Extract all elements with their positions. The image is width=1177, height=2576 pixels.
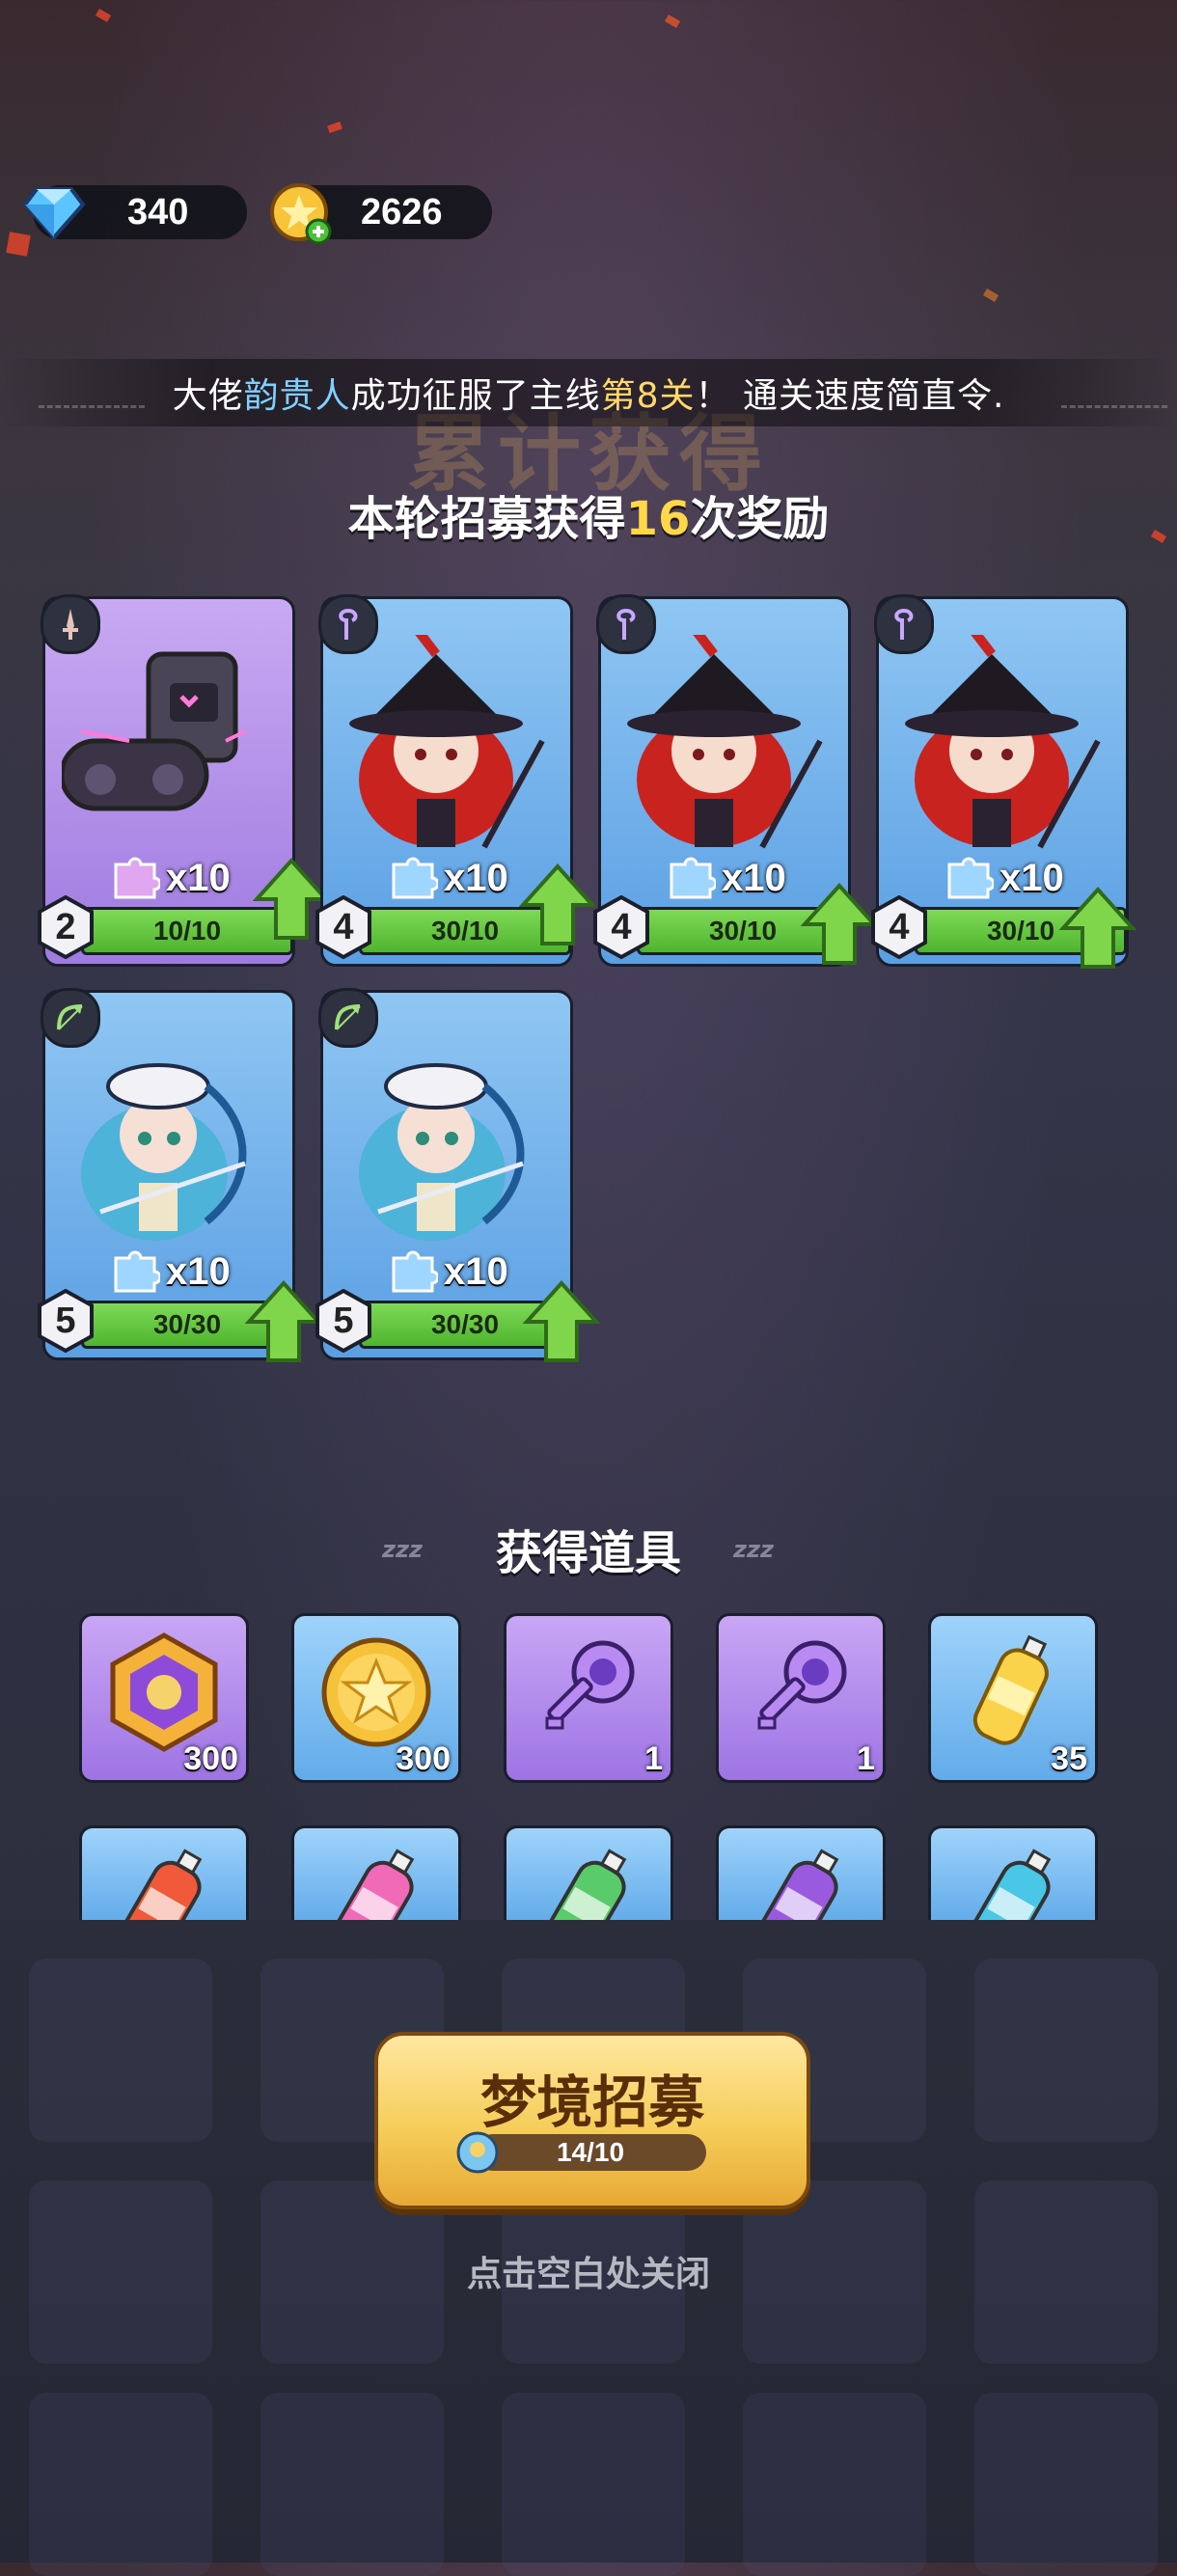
dream-recruit-button[interactable]: 梦境招募 14/10 [374,2032,810,2209]
bow-icon [41,988,100,1048]
recruit-ticket-icon [456,2131,499,2174]
hero-card[interactable]: x10 30/30 5 [38,988,322,1362]
witch-hero-art [905,635,1101,849]
hero-card[interactable]: x10 30/10 4 [871,594,1136,969]
hero-shard-count: x10 [388,855,508,901]
close-hint[interactable]: 点击空白处关闭 [0,2246,1177,2296]
recruit-label: 梦境招募 [479,2069,704,2135]
reward-item[interactable]: 300 [291,1613,461,1783]
coin-counter[interactable]: 2626 [270,183,492,245]
reward-item[interactable] [928,1825,1098,1923]
staff-icon [596,594,656,654]
announcement-text: 大佬韵贵人成功征服了主线第8关！ 通关速度简直令. [172,376,1005,416]
mech-hero-art [62,651,246,811]
bow-icon [318,988,378,1048]
reward-item[interactable] [504,1825,673,1923]
coin-count: 2626 [361,191,443,233]
item-count: 1 [857,1740,875,1777]
green-bottle-icon [546,1849,627,1923]
cyan-bottle-icon [971,1849,1052,1923]
hero-star-level: 5 [315,1288,372,1354]
hero-star-level: 4 [592,894,650,960]
archer-hero-art [81,1063,247,1241]
hero-card[interactable]: x10 10/10 2 [38,594,330,967]
hero-star-level: 2 [37,894,95,960]
hero-shard-count: x10 [110,1248,231,1295]
items-title: 获得道具 [495,1526,681,1580]
puzzle-piece-icon [947,857,994,899]
hero-shard-count: x10 [388,1248,508,1295]
pink-bottle-icon [334,1849,415,1923]
reward-item[interactable]: 1 [504,1613,673,1783]
hero-shard-count: x10 [944,855,1064,901]
staff-icon [318,594,378,654]
witch-hero-art [627,635,823,849]
upgrade-arrow-icon[interactable] [1059,886,1136,971]
diamond-icon [22,187,86,241]
puzzle-piece-icon [114,857,160,899]
archer-hero-art [359,1063,525,1241]
upgrade-arrow-icon[interactable] [245,1279,322,1364]
puzzle-piece-icon [392,1250,438,1293]
star-coin-add-icon [270,183,332,245]
reward-item[interactable]: 1 [716,1613,886,1783]
hero-card[interactable]: x10 30/30 5 [315,988,600,1362]
hero-shard-count: x10 [666,855,786,901]
purple-bottle-icon [758,1849,839,1923]
reward-item[interactable]: 300 [79,1613,249,1783]
upgrade-arrow-icon[interactable] [523,1279,600,1364]
gem-counter[interactable]: 340 [22,185,247,241]
round-reward-title: 本轮招募获得16次奖励 [347,492,830,546]
hero-star-level: 5 [37,1288,95,1354]
item-count: 35 [1051,1740,1087,1777]
puzzle-piece-icon [114,1250,160,1293]
hero-star-level: 4 [315,894,372,960]
staff-icon [874,594,934,654]
puzzle-piece-icon [392,857,438,899]
reward-item[interactable] [716,1825,886,1923]
item-count: 1 [644,1740,663,1777]
reward-item[interactable] [291,1825,461,1923]
sword-icon [41,594,100,654]
hero-card[interactable]: x10 30/10 4 [593,594,878,967]
item-count: 300 [183,1740,238,1777]
upgrade-arrow-icon[interactable] [519,863,596,947]
puzzle-piece-icon [670,857,716,899]
upgrade-arrow-icon[interactable] [801,882,878,967]
item-count: 300 [396,1740,451,1777]
red-bottle-icon [122,1849,203,1923]
hero-shard-count: x10 [110,855,231,901]
reward-item[interactable] [79,1825,249,1923]
recruit-ticket-bar: 14/10 [475,2134,706,2171]
reward-item[interactable]: 35 [928,1613,1098,1783]
hero-star-level: 4 [870,894,928,960]
announcement-marquee: 大佬韵贵人成功征服了主线第8关！ 通关速度简直令. [0,359,1177,426]
gem-count: 340 [127,191,189,233]
hero-card[interactable]: x10 30/10 4 [315,594,596,967]
bottom-panel [0,1920,1177,2576]
witch-hero-art [349,635,545,849]
recruit-ticket-count: 14/10 [556,2137,625,2167]
